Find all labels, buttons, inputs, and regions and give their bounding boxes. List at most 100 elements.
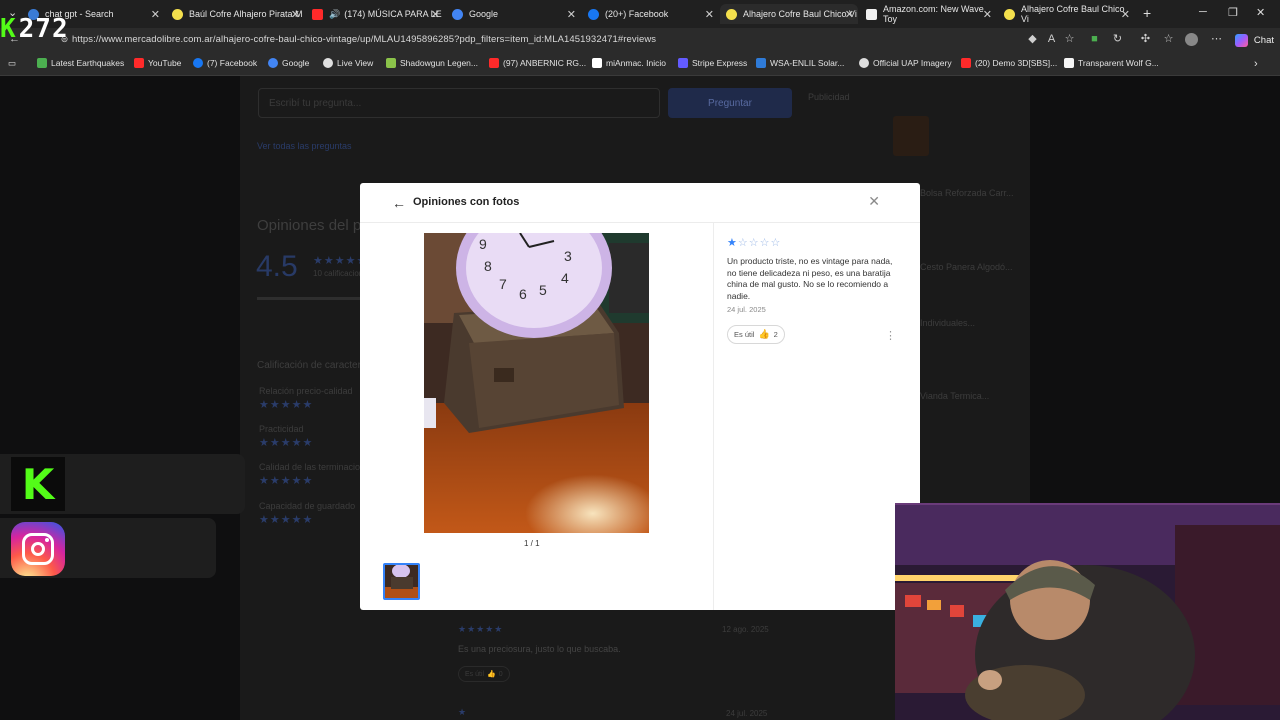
svg-text:3: 3 [564,248,572,264]
bookmark-12[interactable]: Transparent Wolf G... [1064,58,1159,68]
google-icon [268,58,278,68]
review-rating-stars: ★☆☆☆☆ [727,236,781,249]
instagram-logo-icon [11,522,65,576]
bookmark-4[interactable]: Live View [323,58,373,68]
profile-avatar-icon[interactable] [1185,33,1198,46]
review-text: Es una preciosura, justo lo que buscaba. [458,644,621,654]
bookmark-1[interactable]: YouTube [134,58,181,68]
close-icon[interactable]: ✕ [868,193,880,210]
characteristic-stars: ★★★★★ [259,475,314,487]
bookmark-5[interactable]: Shadowgun Legen... [386,58,478,68]
characteristic-label: Calidad de las terminaciones [259,462,375,472]
extension-icon[interactable]: ■ [1088,33,1101,46]
refresh-icon[interactable]: ↻ [1111,33,1124,46]
close-window-icon[interactable]: ✕ [1256,6,1265,19]
bookmark-3[interactable]: Google [268,58,309,68]
ad-item[interactable]: Vianda Termica... [920,391,989,401]
useful-button[interactable]: Es útil 👍 0 [458,666,510,682]
bookmark-7[interactable]: miAnmac. Inicio [592,58,666,68]
characteristic-label: Capacidad de guardado [259,501,356,511]
kick-k-icon: K [0,14,17,44]
bookmark-11[interactable]: (20) Demo 3D[SBS]... [961,58,1057,68]
ad-item[interactable]: Bolsa Reforzada Carr... [920,188,1014,198]
tab-5-active[interactable]: Alhajero Cofre Baul Chico Vi ✕ [720,4,858,24]
tab-close-icon[interactable]: ✕ [1121,8,1130,21]
bookmark-label: YouTube [148,58,182,68]
tag-icon[interactable]: ◆ [1026,33,1039,46]
favorite-star-icon[interactable]: ☆ [1063,33,1076,46]
live-view-icon [323,58,333,68]
bookmark-0[interactable]: Latest Earthquakes [37,58,124,68]
bookmarks-bar: ▭ Latest Earthquakes YouTube (7) Faceboo… [0,52,1280,76]
tab-close-icon[interactable]: ✕ [151,8,160,21]
tab-close-icon[interactable]: ✕ [567,8,576,21]
modal-divider [713,223,714,610]
tab-7[interactable]: Alhajero Cofre Baul Chico Vi ✕ [998,4,1134,24]
filled-star-icon: ★ [727,237,738,249]
youtube-favicon-icon [312,8,323,20]
read-aloud-icon[interactable]: A [1045,33,1058,46]
minimize-icon[interactable]: ─ [1199,6,1207,18]
empty-star-icons: ☆☆☆☆ [737,237,782,249]
svg-text:7: 7 [499,276,507,292]
youtube-icon [489,58,499,68]
tab-close-icon[interactable]: ✕ [983,8,992,21]
tab-close-icon[interactable]: ✕ [845,8,854,21]
tab-title: Amazon.com: New Wave Toy [883,4,984,24]
bookmark-label: WSA-ENLIL Solar... [770,58,845,68]
modal-header: ← Opiniones con fotos ✕ [360,183,920,223]
ad-item[interactable]: Cesto Panera Algodó... [920,262,1013,272]
sidebar-toggle-icon[interactable]: ▭ [8,58,16,69]
bookmark-label: Official UAP Imagery [873,58,952,68]
tab-1[interactable]: Baúl Cofre Alhajero Pirata M ✕ [166,4,304,24]
bookmark-8[interactable]: Stripe Express [678,58,747,68]
new-tab-icon[interactable]: + [1143,5,1151,21]
facebook-favicon-icon [588,8,599,20]
tab-close-icon[interactable]: ✕ [291,8,300,21]
chat-label: Chat [1253,34,1274,46]
back-arrow-icon[interactable]: ← [392,195,406,211]
tab-4[interactable]: (20+) Facebook ✕ [582,4,718,24]
question-input[interactable]: Escribí tu pregunta... [258,88,660,118]
extensions-puzzle-icon[interactable]: ✣ [1139,33,1152,46]
useful-count: 2 [773,330,778,339]
bookmark-6[interactable]: (97) ANBERNIC RG... [489,58,586,68]
favorites-icon[interactable]: ☆ [1162,33,1175,46]
svg-text:6: 6 [519,286,527,302]
modal-title: Opiniones con fotos [413,196,520,208]
streamer-webcam [895,503,1280,720]
more-options-icon[interactable]: ⋮ [885,329,896,342]
ad-item[interactable]: Individuales... [920,318,975,328]
tab-6[interactable]: Amazon.com: New Wave Toy ✕ [860,4,996,24]
globe-icon [859,58,869,68]
address-bar-row: ← ⊜ https://www.mercadolibre.com.ar/alha… [0,28,1280,52]
tab-2[interactable]: 🔊 (174) MÚSICA PARA LE ✕ [306,4,444,24]
useful-button[interactable]: Es útil 👍 2 [727,325,785,344]
thumbs-up-icon: 👍 [758,329,770,339]
ask-button[interactable]: Preguntar [668,88,792,118]
review-text: Un producto triste, no es vintage para n… [727,256,893,301]
bookmark-label: (97) ANBERNIC RG... [503,58,587,68]
r-icon [592,58,602,68]
tab-title: Baúl Cofre Alhajero Pirata M [189,9,303,19]
restore-icon[interactable]: ❐ [1228,6,1238,19]
characteristic-stars: ★★★★★ [259,514,314,526]
thumbnail-image [385,565,418,598]
review-stars: ★★★★★ [458,624,504,634]
bookmark-9[interactable]: WSA-ENLIL Solar... [756,58,844,68]
kick-logo-icon: K [11,457,65,511]
copilot-chat-button[interactable]: Chat [1234,32,1274,48]
url-field[interactable]: https://www.mercadolibre.com.ar/alhajero… [72,34,656,45]
photo-thumbnail[interactable] [383,563,420,600]
more-menu-icon[interactable]: ⋯ [1210,33,1223,46]
tab-close-icon[interactable]: ✕ [705,8,714,21]
more-bookmarks-chevron-icon[interactable]: › [1254,58,1258,70]
bookmark-10[interactable]: Official UAP Imagery [859,58,952,68]
tab-3[interactable]: Google ✕ [446,4,580,24]
bookmark-2[interactable]: (7) Facebook [193,58,257,68]
see-questions-link[interactable]: Ver todas las preguntas [257,141,352,151]
ad-logo[interactable] [893,116,929,156]
tab-close-icon[interactable]: ✕ [431,8,440,21]
speaker-icon[interactable]: 🔊 [329,9,340,20]
review-photo[interactable]: 9 8 7 6 5 4 3 [424,233,649,533]
